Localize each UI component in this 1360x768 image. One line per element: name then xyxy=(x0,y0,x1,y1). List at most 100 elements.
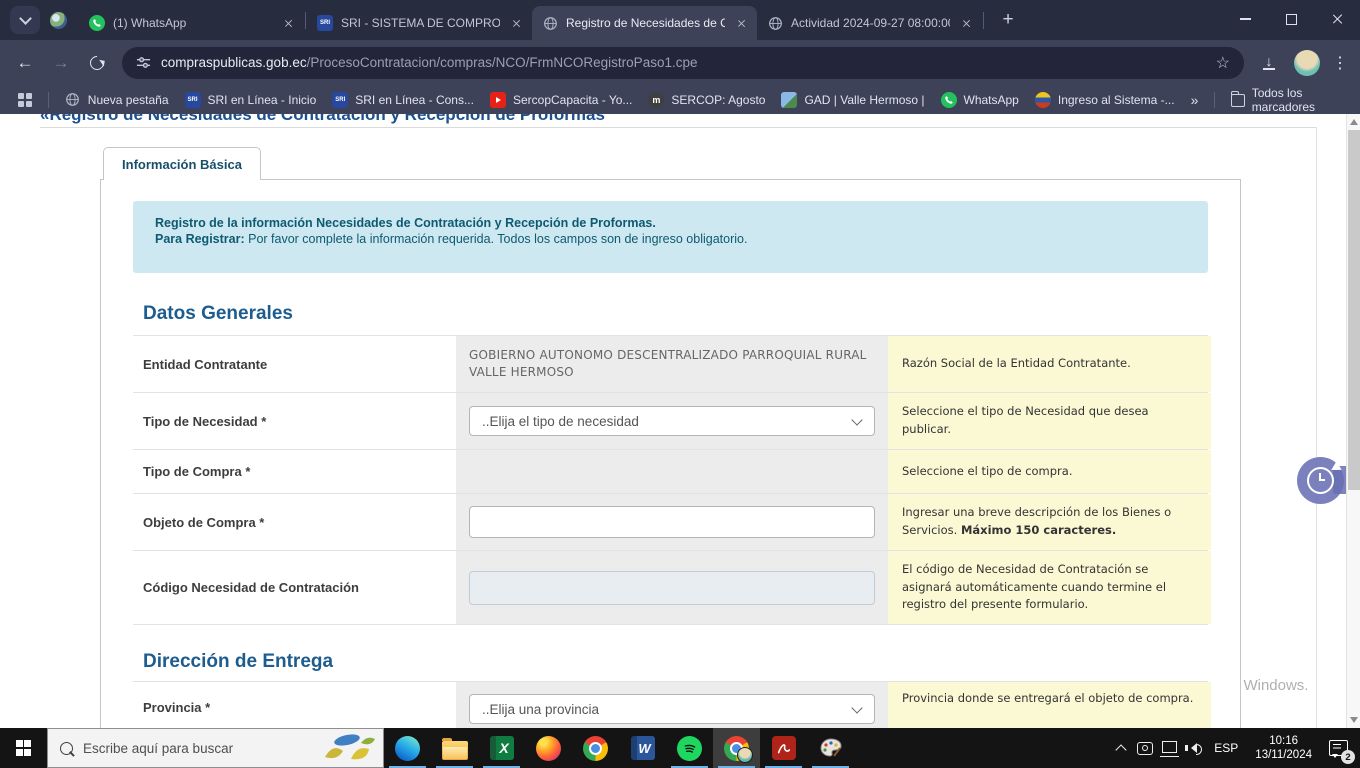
menu-kebab-icon[interactable]: ⋮ xyxy=(1328,53,1352,73)
tab-whatsapp[interactable]: (1) WhatsApp xyxy=(79,6,304,40)
bookmark-star-icon[interactable]: ☆ xyxy=(1216,53,1230,73)
tab-close-icon[interactable] xyxy=(280,15,296,31)
site-settings-icon[interactable] xyxy=(136,55,151,70)
taskbar-file-explorer[interactable] xyxy=(431,728,478,768)
field-label: Tipo de Necesidad * xyxy=(143,414,266,429)
file-explorer-icon xyxy=(442,741,468,760)
close-button[interactable] xyxy=(1314,0,1360,38)
provincia-select[interactable]: ..Elija una provincia xyxy=(469,694,875,724)
tray-cast-icon[interactable] xyxy=(1133,728,1157,768)
scroll-up-arrow[interactable] xyxy=(1350,119,1358,125)
tray-date: 13/11/2024 xyxy=(1255,748,1312,762)
browser-toolbar: ← → compraspublicas.gob.ec/ProcesoContra… xyxy=(0,40,1360,85)
field-label: Entidad Contratante xyxy=(143,357,267,372)
taskbar-spotify[interactable] xyxy=(666,728,713,768)
scroll-down-arrow[interactable] xyxy=(1350,717,1358,723)
emblem-icon xyxy=(1035,92,1051,108)
tab-close-icon[interactable] xyxy=(508,15,524,31)
tray-chevron-up-icon[interactable] xyxy=(1109,728,1133,768)
bookmark-sri-inicio[interactable]: SRI SRI en Línea - Inicio xyxy=(177,89,325,111)
taskbar-paint[interactable] xyxy=(807,728,854,768)
tray-clock[interactable]: 10:16 13/11/2024 xyxy=(1247,734,1320,762)
tab-registro-necesidades-active[interactable]: Registro de Necesidades de Co xyxy=(532,6,757,40)
field-label: Tipo de Compra * xyxy=(143,464,250,479)
tab-search-button[interactable] xyxy=(10,6,40,34)
form-table: Entidad Contratante GOBIERNO AUTONOMO DE… xyxy=(133,335,1208,625)
taskbar-acrobat[interactable] xyxy=(760,728,807,768)
reload-button[interactable] xyxy=(80,46,114,80)
tray-time: 10:16 xyxy=(1269,734,1298,748)
bookmark-nueva-pestana[interactable]: Nueva pestaña xyxy=(57,89,177,111)
tray-volume-icon[interactable] xyxy=(1181,728,1205,768)
taskbar-edge[interactable] xyxy=(384,728,431,768)
taskbar-word[interactable] xyxy=(619,728,666,768)
minimize-button[interactable] xyxy=(1222,0,1268,38)
pinned-tab-favicon[interactable] xyxy=(50,12,67,29)
sri-icon: SRI xyxy=(317,15,333,31)
tab-informacion-basica[interactable]: Información Básica xyxy=(103,147,261,180)
all-bookmarks-button[interactable]: Todos los marcadores xyxy=(1223,83,1350,117)
chrome-icon xyxy=(583,736,608,761)
start-button[interactable] xyxy=(0,728,47,768)
spotify-icon xyxy=(677,736,702,761)
tab-close-icon[interactable] xyxy=(958,15,974,31)
page-title: «Registro de Necesidades de Contratación… xyxy=(40,114,605,125)
bookmark-ingreso-sistema[interactable]: Ingreso al Sistema -... xyxy=(1027,89,1183,111)
taskbar-excel[interactable] xyxy=(478,728,525,768)
browser-tab-bar: (1) WhatsApp SRI SRI - SISTEMA DE COMPRO… xyxy=(0,0,1360,40)
tipo-necesidad-select[interactable]: ..Elija el tipo de necesidad xyxy=(469,406,875,436)
bookmark-gad-valle-hermoso[interactable]: GAD | Valle Hermoso | xyxy=(773,89,932,111)
acrobat-icon xyxy=(772,736,796,760)
tab-sri[interactable]: SRI SRI - SISTEMA DE COMPROBAN xyxy=(307,6,532,40)
back-button[interactable]: ← xyxy=(8,46,42,80)
chevron-down-icon xyxy=(851,702,862,713)
tab-title: Registro de Necesidades de Co xyxy=(566,16,725,30)
timer-extension-widget[interactable] xyxy=(1297,457,1344,504)
excel-icon xyxy=(490,736,514,760)
field-label: Objeto de Compra * xyxy=(143,515,264,530)
scrollbar-thumb[interactable] xyxy=(1348,130,1360,490)
taskbar-search[interactable]: Escribe aquí para buscar xyxy=(47,728,384,768)
new-tab-button[interactable]: + xyxy=(994,6,1022,34)
objeto-compra-input[interactable] xyxy=(469,506,875,538)
bookmark-sri-consultas[interactable]: SRI SRI en Línea - Cons... xyxy=(324,89,482,111)
field-label: Provincia * xyxy=(143,700,210,715)
info-banner: Registro de la información Necesidades d… xyxy=(133,201,1208,273)
search-highlights-illustration xyxy=(317,731,379,768)
bookmark-whatsapp[interactable]: WhatsApp xyxy=(933,89,1027,111)
taskbar-firefox[interactable] xyxy=(525,728,572,768)
firefox-icon xyxy=(536,736,561,761)
bookmark-sercop-agosto[interactable]: m SERCOP: Agosto xyxy=(640,89,773,111)
notification-center-button[interactable]: 2 xyxy=(1320,728,1356,768)
profile-badge-icon xyxy=(737,747,753,763)
divider xyxy=(40,127,1316,128)
taskbar-chrome[interactable] xyxy=(572,728,619,768)
row-tipo-compra: Tipo de Compra * Seleccione el tipo de c… xyxy=(133,450,1208,494)
forward-button[interactable]: → xyxy=(44,46,78,80)
bookmarks-bar: Nueva pestaña SRI SRI en Línea - Inicio … xyxy=(0,85,1360,114)
tray-network-icon[interactable] xyxy=(1157,728,1181,768)
maximize-button[interactable] xyxy=(1268,0,1314,38)
address-bar[interactable]: compraspublicas.gob.ec/ProcesoContrataci… xyxy=(122,47,1244,79)
bookmarks-overflow-chevron[interactable]: » xyxy=(1183,92,1207,108)
apps-grid-icon[interactable] xyxy=(18,93,32,107)
whatsapp-icon xyxy=(89,15,105,31)
moodle-icon: m xyxy=(648,92,664,108)
reload-icon xyxy=(87,53,107,73)
row-codigo-necesidad: Código Necesidad de Contratación El códi… xyxy=(133,551,1208,625)
taskbar-chrome-active-window[interactable] xyxy=(713,728,760,768)
profile-avatar[interactable] xyxy=(1294,50,1320,76)
window-controls xyxy=(1222,0,1360,38)
page-scrollbar[interactable] xyxy=(1346,114,1360,728)
help-text: Ingresar una breve descripción de los Bi… xyxy=(902,504,1197,540)
tab-close-icon[interactable] xyxy=(733,15,749,31)
tab-actividad[interactable]: Actividad 2024-09-27 08:00:00 | xyxy=(757,6,982,40)
bookmark-sercopcapacita[interactable]: SercopCapacita - Yo... xyxy=(482,89,640,111)
help-text: Seleccione el tipo de Necesidad que dese… xyxy=(902,403,1197,439)
page-right-border xyxy=(1316,127,1317,728)
section-title-direccion-entrega: Dirección de Entrega xyxy=(143,651,1240,673)
close-icon xyxy=(1331,13,1343,25)
keyboard-language[interactable]: ESP xyxy=(1205,741,1247,755)
form-panel: Registro de la información Necesidades d… xyxy=(100,179,1241,728)
downloads-icon[interactable] xyxy=(1252,55,1286,70)
